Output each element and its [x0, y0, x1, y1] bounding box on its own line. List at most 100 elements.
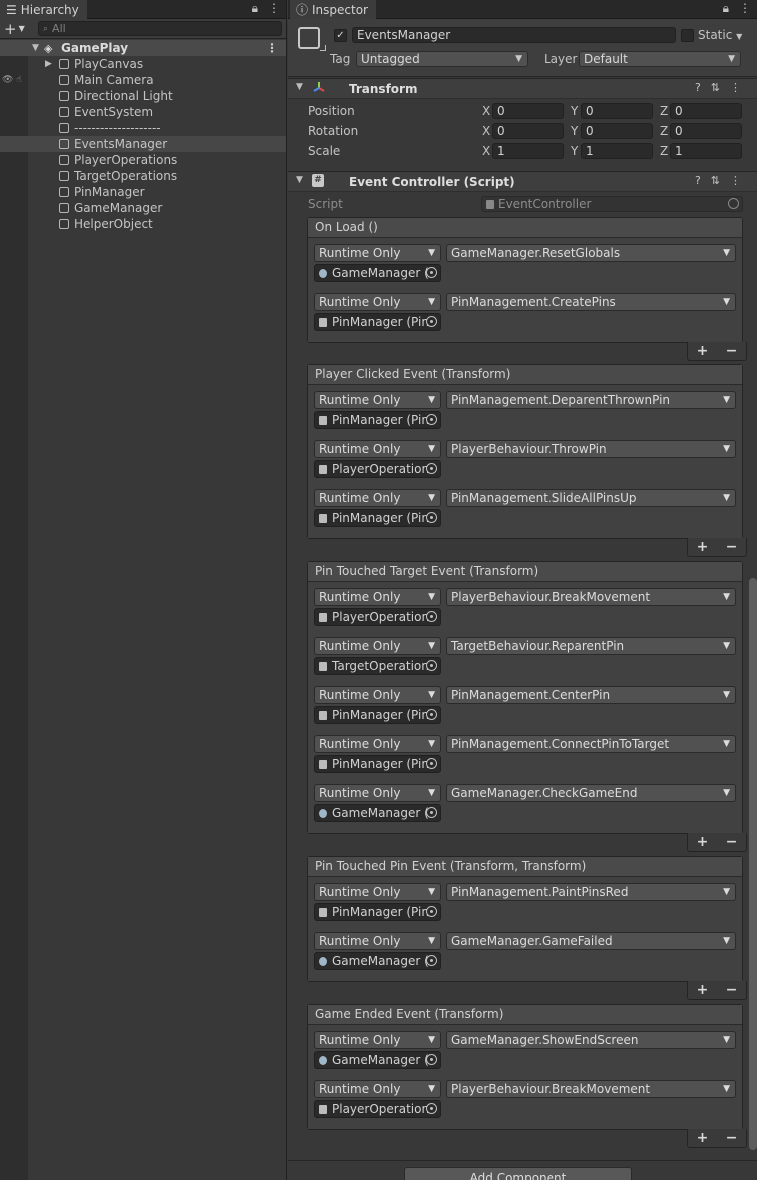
- runtime-mode-dropdown[interactable]: Runtime Only ▼: [314, 784, 441, 802]
- function-dropdown[interactable]: GameManager.CheckGameEnd ▼: [446, 784, 736, 802]
- function-dropdown[interactable]: PlayerBehaviour.ThrowPin ▼: [446, 440, 736, 458]
- visibility-icons[interactable]: 👁︎ ☝︎: [2, 72, 22, 88]
- kebab-menu-icon[interactable]: ⋮: [730, 81, 741, 94]
- object-picker-icon[interactable]: [426, 660, 437, 671]
- object-name-field[interactable]: EventsManager: [352, 27, 676, 43]
- function-dropdown[interactable]: PlayerBehaviour.BreakMovement ▼: [446, 588, 736, 606]
- foldout-arrow-icon[interactable]: ▼: [32, 40, 39, 56]
- target-object-field[interactable]: GameManager (: [314, 1051, 441, 1069]
- help-icon[interactable]: ?: [695, 81, 701, 94]
- add-listener-button[interactable]: +: [697, 1130, 709, 1146]
- target-object-field[interactable]: GameManager (: [314, 952, 441, 970]
- hierarchy-item[interactable]: TargetOperations: [0, 168, 286, 184]
- hierarchy-item[interactable]: Directional Light: [0, 88, 286, 104]
- runtime-mode-dropdown[interactable]: Runtime Only ▼: [314, 686, 441, 704]
- function-dropdown[interactable]: GameManager.ResetGlobals ▼: [446, 244, 736, 262]
- hierarchy-item[interactable]: PinManager: [0, 184, 286, 200]
- function-dropdown[interactable]: PlayerBehaviour.BreakMovement ▼: [446, 1080, 736, 1098]
- target-object-field[interactable]: PlayerOperation: [314, 460, 441, 478]
- runtime-mode-dropdown[interactable]: Runtime Only ▼: [314, 244, 441, 262]
- kebab-menu-icon[interactable]: ⋮: [730, 174, 741, 187]
- remove-listener-button[interactable]: −: [726, 982, 738, 998]
- runtime-mode-dropdown[interactable]: Runtime Only ▼: [314, 489, 441, 507]
- lock-icon[interactable]: 🔒︎: [723, 1, 729, 16]
- active-checkbox[interactable]: ✓: [334, 29, 347, 42]
- function-dropdown[interactable]: GameManager.GameFailed ▼: [446, 932, 736, 950]
- hierarchy-item[interactable]: EventsManager: [0, 136, 286, 152]
- target-object-field[interactable]: GameManager (: [314, 264, 441, 282]
- transform-scale-y-field[interactable]: 1: [581, 143, 653, 159]
- runtime-mode-dropdown[interactable]: Runtime Only ▼: [314, 883, 441, 901]
- hierarchy-item[interactable]: ▶ PlayCanvas: [0, 56, 286, 72]
- scene-row[interactable]: ▼ ◈ GamePlay ⋮: [0, 40, 286, 56]
- gameobject-icon[interactable]: [298, 27, 326, 51]
- hierarchy-item[interactable]: GameManager: [0, 200, 286, 216]
- object-picker-icon[interactable]: [426, 316, 437, 327]
- inspector-scrollbar[interactable]: [749, 578, 757, 1150]
- target-object-field[interactable]: GameManager (: [314, 804, 441, 822]
- add-listener-button[interactable]: +: [697, 982, 709, 998]
- object-picker-icon[interactable]: [426, 955, 437, 966]
- hierarchy-tab[interactable]: ☰ Hierarchy: [0, 0, 87, 19]
- static-label[interactable]: Static ▼: [698, 28, 742, 42]
- create-button[interactable]: + ▼: [4, 20, 32, 38]
- transform-rotation-x-field[interactable]: 0: [492, 123, 564, 139]
- settings-sliders-icon[interactable]: ⇅: [711, 81, 720, 94]
- kebab-menu-icon[interactable]: ⋮: [268, 1, 280, 16]
- lock-icon[interactable]: 🔒︎: [252, 1, 258, 16]
- transform-position-x-field[interactable]: 0: [492, 103, 564, 119]
- target-object-field[interactable]: PinManager (Pin: [314, 706, 441, 724]
- runtime-mode-dropdown[interactable]: Runtime Only ▼: [314, 391, 441, 409]
- layer-dropdown[interactable]: Default ▼: [579, 51, 741, 67]
- target-object-field[interactable]: PinManager (Pin: [314, 313, 441, 331]
- foldout-arrow-icon[interactable]: ▼: [296, 82, 303, 92]
- transform-scale-x-field[interactable]: 1: [492, 143, 564, 159]
- target-object-field[interactable]: TargetOperation: [314, 657, 441, 675]
- object-picker-icon[interactable]: [426, 709, 437, 720]
- function-dropdown[interactable]: PinManagement.CenterPin ▼: [446, 686, 736, 704]
- object-picker-icon[interactable]: [426, 463, 437, 474]
- target-object-field[interactable]: PinManager (Pin: [314, 755, 441, 773]
- static-checkbox[interactable]: [681, 29, 694, 42]
- target-object-field[interactable]: PlayerOperation: [314, 1100, 441, 1118]
- hierarchy-item[interactable]: PlayerOperations: [0, 152, 286, 168]
- settings-sliders-icon[interactable]: ⇅: [711, 174, 720, 187]
- object-picker-icon[interactable]: [426, 906, 437, 917]
- hierarchy-item[interactable]: 👁︎ ☝︎ Main Camera: [0, 72, 286, 88]
- target-object-field[interactable]: PinManager (Pin: [314, 411, 441, 429]
- transform-scale-z-field[interactable]: 1: [670, 143, 742, 159]
- function-dropdown[interactable]: GameManager.ShowEndScreen ▼: [446, 1031, 736, 1049]
- runtime-mode-dropdown[interactable]: Runtime Only ▼: [314, 440, 441, 458]
- target-object-field[interactable]: PinManager (Pin: [314, 509, 441, 527]
- target-object-field[interactable]: PlayerOperation: [314, 608, 441, 626]
- object-picker-icon[interactable]: [426, 1054, 437, 1065]
- function-dropdown[interactable]: PinManagement.CreatePins ▼: [446, 293, 736, 311]
- runtime-mode-dropdown[interactable]: Runtime Only ▼: [314, 293, 441, 311]
- remove-listener-button[interactable]: −: [726, 343, 738, 359]
- foldout-arrow-icon[interactable]: ▼: [296, 175, 303, 185]
- remove-listener-button[interactable]: −: [726, 539, 738, 555]
- event-controller-header[interactable]: ▼ # Event Controller (Script) ? ⇅ ⋮: [288, 171, 757, 192]
- hierarchy-item[interactable]: --------------------: [0, 120, 286, 136]
- object-picker-icon[interactable]: [426, 267, 437, 278]
- hierarchy-item[interactable]: EventSystem: [0, 104, 286, 120]
- tag-dropdown[interactable]: Untagged ▼: [356, 51, 528, 67]
- function-dropdown[interactable]: PinManagement.ConnectPinToTarget ▼: [446, 735, 736, 753]
- object-picker-icon[interactable]: [426, 1103, 437, 1114]
- runtime-mode-dropdown[interactable]: Runtime Only ▼: [314, 932, 441, 950]
- add-component-button[interactable]: Add Component: [404, 1167, 632, 1180]
- runtime-mode-dropdown[interactable]: Runtime Only ▼: [314, 735, 441, 753]
- function-dropdown[interactable]: PinManagement.PaintPinsRed ▼: [446, 883, 736, 901]
- kebab-menu-icon[interactable]: ⋮: [739, 1, 751, 16]
- function-dropdown[interactable]: PinManagement.SlideAllPinsUp ▼: [446, 489, 736, 507]
- remove-listener-button[interactable]: −: [726, 1130, 738, 1146]
- remove-listener-button[interactable]: −: [726, 834, 738, 850]
- target-object-field[interactable]: PinManager (Pin: [314, 903, 441, 921]
- hierarchy-item[interactable]: HelperObject: [0, 216, 286, 232]
- kebab-menu-icon[interactable]: ⋮: [266, 40, 278, 56]
- add-listener-button[interactable]: +: [697, 343, 709, 359]
- inspector-tab[interactable]: ⓘ Inspector: [290, 0, 376, 19]
- runtime-mode-dropdown[interactable]: Runtime Only ▼: [314, 1031, 441, 1049]
- object-picker-icon[interactable]: [426, 414, 437, 425]
- object-picker-icon[interactable]: [426, 611, 437, 622]
